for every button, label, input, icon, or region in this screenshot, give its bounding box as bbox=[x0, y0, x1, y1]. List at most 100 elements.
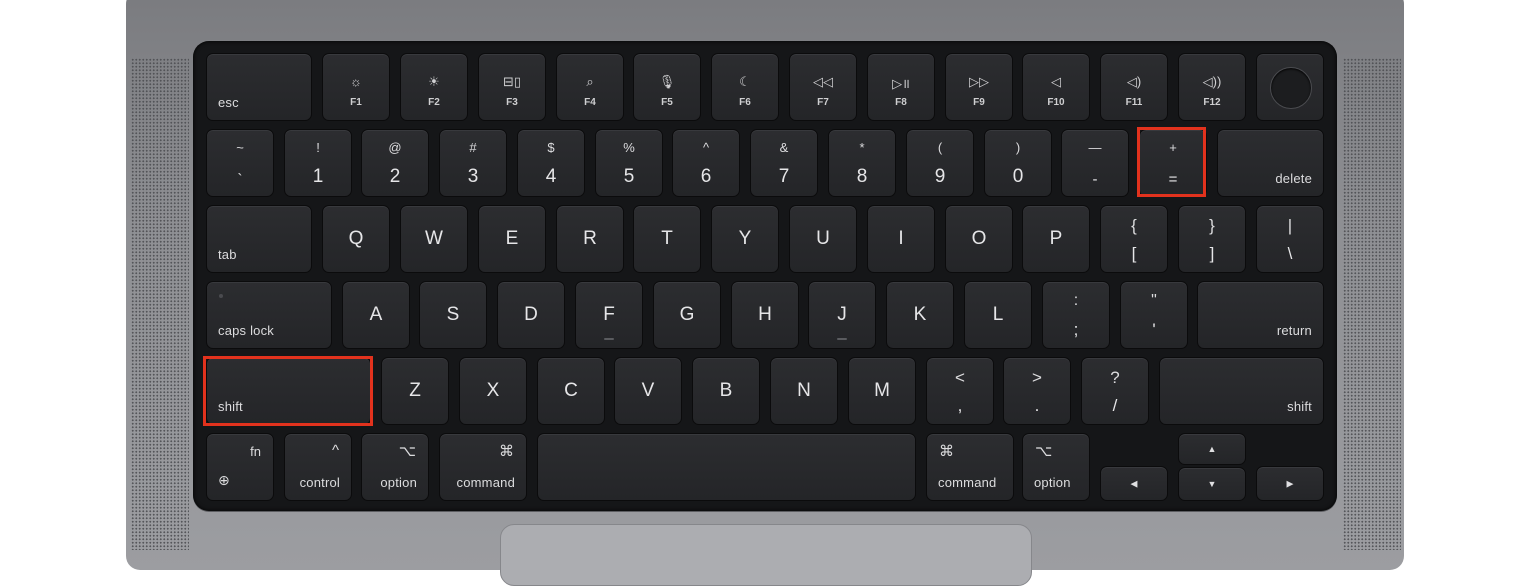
key-minus[interactable]: — - bbox=[1061, 129, 1129, 197]
key-1[interactable]: ! 1 bbox=[284, 129, 352, 197]
key-s[interactable]: S bbox=[419, 281, 487, 349]
key-n[interactable]: N bbox=[770, 357, 838, 425]
key-z[interactable]: Z bbox=[381, 357, 449, 425]
key-slash[interactable]: ? / bbox=[1081, 357, 1149, 425]
key-6[interactable]: ^ 6 bbox=[672, 129, 740, 197]
key-right-option[interactable]: ⌥ option bbox=[1022, 433, 1090, 501]
key-f6[interactable]: ☾ F6 bbox=[711, 53, 779, 121]
key-label: N bbox=[797, 380, 811, 401]
key-r[interactable]: R bbox=[556, 205, 624, 273]
key-8[interactable]: * 8 bbox=[828, 129, 896, 197]
key-f7[interactable]: ◁◁ F7 bbox=[789, 53, 857, 121]
key-q[interactable]: Q bbox=[322, 205, 390, 273]
key-label: K bbox=[913, 304, 927, 325]
key-caps-lock[interactable]: caps lock bbox=[206, 281, 332, 349]
key-period[interactable]: >. bbox=[1003, 357, 1071, 425]
key-comma[interactable]: <, bbox=[926, 357, 994, 425]
key-close-bracket[interactable]: }] bbox=[1178, 205, 1246, 273]
key-touch-id[interactable] bbox=[1256, 53, 1324, 121]
key-shift-label: | bbox=[1287, 216, 1293, 235]
key-label: 4 bbox=[545, 166, 557, 187]
key-5[interactable]: % 5 bbox=[595, 129, 663, 197]
key-f8[interactable]: ▷॥ F8 bbox=[867, 53, 935, 121]
key-g[interactable]: G bbox=[653, 281, 721, 349]
key-l[interactable]: L bbox=[964, 281, 1032, 349]
key-quote[interactable]: " ' bbox=[1120, 281, 1188, 349]
key-label: B bbox=[719, 380, 733, 401]
key-f[interactable]: F bbox=[575, 281, 643, 349]
key-left-command[interactable]: ⌘ command bbox=[439, 433, 527, 501]
arrow-up-icon: ▲ bbox=[1207, 444, 1217, 454]
key-space[interactable] bbox=[537, 433, 916, 501]
key-equals[interactable]: + = bbox=[1139, 129, 1207, 197]
key-a[interactable]: A bbox=[342, 281, 410, 349]
key-b[interactable]: B bbox=[692, 357, 760, 425]
key-f12[interactable]: ◁)) F12 bbox=[1178, 53, 1246, 121]
key-semicolon[interactable]: :; bbox=[1042, 281, 1110, 349]
key-arrow-right[interactable]: ▶ bbox=[1256, 466, 1324, 501]
arrow-right-icon: ▶ bbox=[1286, 478, 1294, 488]
key-f11[interactable]: ◁) F11 bbox=[1100, 53, 1168, 121]
key-h[interactable]: H bbox=[731, 281, 799, 349]
key-left-control[interactable]: ^ control bbox=[284, 433, 352, 501]
key-left-shift[interactable]: shift bbox=[206, 357, 371, 425]
key-f10[interactable]: ◁ F10 bbox=[1022, 53, 1090, 121]
key-right-command[interactable]: ⌘ command bbox=[926, 433, 1014, 501]
key-x[interactable]: X bbox=[459, 357, 527, 425]
key-f5[interactable]: 🎙 F5 bbox=[633, 53, 701, 121]
key-open-bracket[interactable]: {[ bbox=[1100, 205, 1168, 273]
key-w[interactable]: W bbox=[400, 205, 468, 273]
key-right-shift[interactable]: shift bbox=[1159, 357, 1324, 425]
key-v[interactable]: V bbox=[614, 357, 682, 425]
key-label: / bbox=[1112, 396, 1118, 415]
key-y[interactable]: Y bbox=[711, 205, 779, 273]
key-0[interactable]: ) 0 bbox=[984, 129, 1052, 197]
key-f2[interactable]: ☀ F2 bbox=[400, 53, 468, 121]
key-2[interactable]: @2 bbox=[361, 129, 429, 197]
key-label: ] bbox=[1209, 244, 1215, 263]
key-tab[interactable]: tab bbox=[206, 205, 312, 273]
key-arrow-down[interactable]: ▼ bbox=[1178, 467, 1246, 501]
key-9[interactable]: (9 bbox=[906, 129, 974, 197]
key-k[interactable]: K bbox=[886, 281, 954, 349]
key-f9[interactable]: ▷▷ F9 bbox=[945, 53, 1013, 121]
key-fn[interactable]: fn ⊕ bbox=[206, 433, 274, 501]
key-4[interactable]: $4 bbox=[517, 129, 585, 197]
key-grave[interactable]: ~ ` bbox=[206, 129, 274, 197]
key-t[interactable]: T bbox=[633, 205, 701, 273]
key-7[interactable]: & 7 bbox=[750, 129, 818, 197]
key-f1[interactable]: ☼ F1 bbox=[322, 53, 390, 121]
key-label: return bbox=[1276, 323, 1312, 338]
key-o[interactable]: O bbox=[945, 205, 1013, 273]
key-label: F4 bbox=[584, 97, 596, 108]
key-label: F5 bbox=[661, 97, 673, 108]
key-d[interactable]: D bbox=[497, 281, 565, 349]
key-return[interactable]: return bbox=[1197, 281, 1324, 349]
key-label: 5 bbox=[623, 166, 635, 187]
key-label: \ bbox=[1287, 244, 1293, 263]
key-j[interactable]: J bbox=[808, 281, 876, 349]
key-f3[interactable]: ⊟▯ F3 bbox=[478, 53, 546, 121]
key-backslash[interactable]: | \ bbox=[1256, 205, 1324, 273]
key-label: 2 bbox=[389, 166, 401, 187]
key-3[interactable]: #3 bbox=[439, 129, 507, 197]
key-arrow-up[interactable]: ▲ bbox=[1178, 433, 1246, 465]
key-left-option[interactable]: ⌥ option bbox=[361, 433, 429, 501]
key-f4[interactable]: ⌕ F4 bbox=[556, 53, 624, 121]
key-esc[interactable]: esc bbox=[206, 53, 312, 121]
key-shift-label: — bbox=[1088, 140, 1102, 155]
key-arrow-left[interactable]: ◀ bbox=[1100, 466, 1168, 501]
key-u[interactable]: U bbox=[789, 205, 857, 273]
key-delete[interactable]: delete bbox=[1217, 129, 1324, 197]
key-shift-label: ? bbox=[1110, 368, 1120, 387]
key-p[interactable]: P bbox=[1022, 205, 1090, 273]
volume-up-icon: ◁)) bbox=[1202, 74, 1222, 89]
key-c[interactable]: C bbox=[537, 357, 605, 425]
key-e[interactable]: E bbox=[478, 205, 546, 273]
key-label: delete bbox=[1275, 171, 1312, 186]
trackpad[interactable] bbox=[500, 524, 1032, 586]
key-label: tab bbox=[218, 247, 237, 262]
key-m[interactable]: M bbox=[848, 357, 916, 425]
key-i[interactable]: I bbox=[867, 205, 935, 273]
key-label: O bbox=[971, 228, 987, 249]
